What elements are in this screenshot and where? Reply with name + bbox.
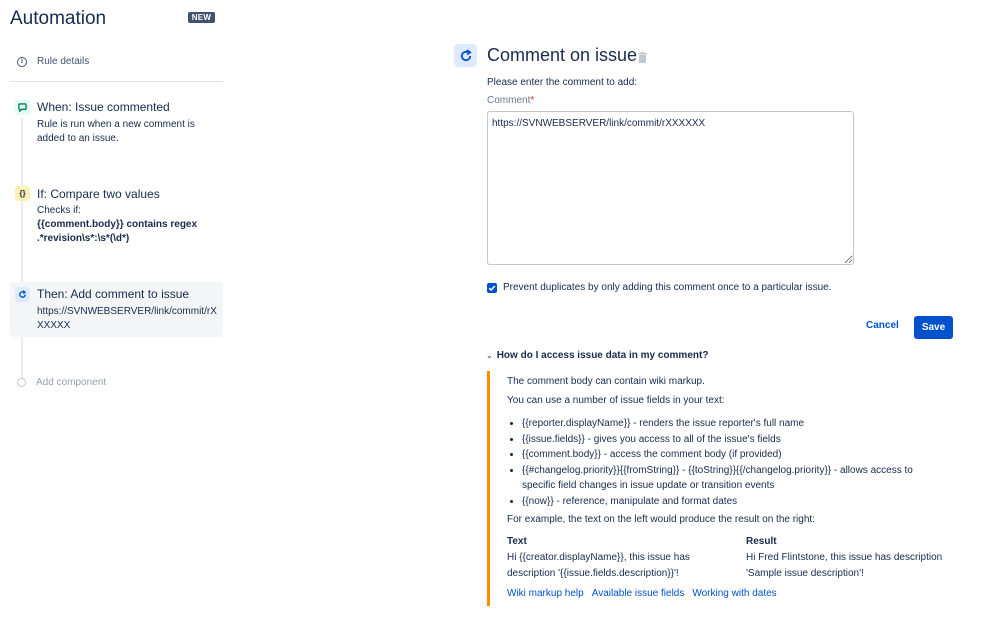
new-badge: NEW — [188, 12, 215, 23]
step-condition[interactable]: {} If: Compare two values Checks if: {{c… — [10, 184, 223, 254]
add-component-link[interactable]: Add component — [17, 377, 106, 388]
help-toggle-label: How do I access issue data in my comment… — [496, 350, 709, 361]
rule-details-link[interactable]: i Rule details — [17, 56, 89, 67]
chevron-down-icon: ⌄ — [486, 351, 493, 360]
list-item: {{#changelog.priority}}{{fromString}} - … — [522, 463, 947, 494]
braces-icon: {} — [15, 186, 30, 201]
available-issue-fields-link[interactable]: Available issue fields — [592, 588, 685, 599]
required-mark: * — [530, 95, 535, 106]
help-field-list: {{reporter.displayName}} - renders the i… — [507, 416, 947, 509]
comment-icon — [15, 100, 30, 115]
example-intro: For example, the text on the left would … — [507, 514, 815, 525]
step-action[interactable]: Then: Add comment to issue https://SVNWE… — [10, 282, 223, 337]
step-description: Rule is run when a new comment is added … — [37, 119, 195, 144]
help-panel: The comment body can contain wiki markup… — [487, 371, 957, 606]
help-intro-fields: You can use a number of issue fields in … — [507, 395, 725, 406]
info-icon: i — [17, 56, 27, 67]
refresh-icon — [15, 287, 30, 302]
wiki-markup-help-link[interactable]: Wiki markup help — [507, 588, 584, 599]
prevent-duplicates-row: Prevent duplicates by only adding this c… — [487, 282, 832, 293]
result-heading: Result — [746, 536, 777, 547]
rule-details-label: Rule details — [37, 56, 90, 67]
instruction-text: Please enter the comment to add: — [487, 77, 638, 88]
list-item: {{issue.fields}} - gives you access to a… — [522, 432, 947, 448]
step-trigger[interactable]: When: Issue commented Rule is run when a… — [10, 98, 223, 150]
app-title: Automation — [10, 8, 107, 29]
step-title: Then: Add comment to issue — [37, 287, 190, 301]
help-toggle[interactable]: ⌄ How do I access issue data in my comme… — [486, 350, 708, 361]
step-title: When: Issue commented — [37, 100, 170, 114]
add-component-label: Add component — [36, 377, 107, 388]
text-example: Hi {{creator.displayName}}, this issue h… — [507, 552, 690, 579]
step-description: https://SVNWEBSERVER/link/commit/rXXXXXX — [37, 306, 217, 331]
checkmark-icon — [488, 284, 496, 291]
result-example: Hi Fred Flintstone, this issue has descr… — [746, 552, 943, 579]
step-title: If: Compare two values — [37, 187, 160, 201]
step-description-regex: {{comment.body}} contains regex .*revisi… — [37, 219, 198, 244]
step-description: Checks if: {{comment.body}} contains reg… — [37, 204, 223, 246]
page-title: Comment on issue — [487, 45, 638, 65]
add-component-dot-icon — [17, 378, 26, 387]
text-heading: Text — [507, 536, 527, 547]
working-with-dates-link[interactable]: Working with dates — [692, 588, 776, 599]
list-item: {{now}} - reference, manipulate and form… — [522, 494, 947, 510]
trash-icon[interactable] — [638, 50, 647, 63]
step-description-prefix: Checks if: — [37, 205, 81, 216]
save-button[interactable]: Save — [914, 316, 953, 339]
comment-label: Comment* — [487, 95, 534, 106]
refresh-icon — [454, 44, 477, 67]
list-item: {{comment.body}} - access the comment bo… — [522, 447, 947, 463]
help-intro: The comment body can contain wiki markup… — [507, 376, 705, 387]
cancel-button[interactable]: Cancel — [866, 320, 899, 331]
help-links: Wiki markup help Available issue fields … — [507, 588, 777, 599]
prevent-duplicates-label: Prevent duplicates by only adding this c… — [503, 282, 832, 293]
list-item: {{reporter.displayName}} - renders the i… — [522, 416, 947, 432]
comment-textarea[interactable]: https://SVNWEBSERVER/link/commit/rXXXXXX — [487, 111, 854, 265]
prevent-duplicates-checkbox[interactable] — [487, 282, 497, 293]
sidebar-divider — [10, 81, 223, 82]
comment-label-text: Comment — [487, 95, 531, 106]
